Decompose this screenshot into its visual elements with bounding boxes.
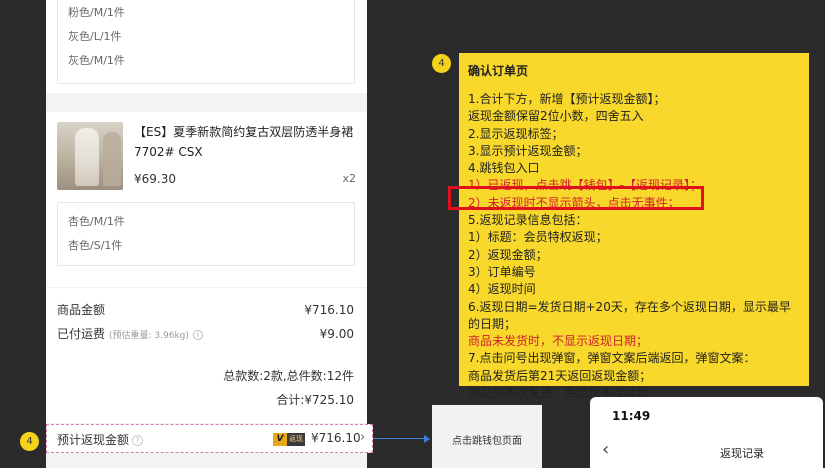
vip-icon: V (273, 433, 287, 446)
variant-item: 灰色/M/1件 (68, 54, 125, 67)
variant-list: 杏色/M/1件 杏色/S/1件 (57, 202, 355, 266)
totals-count-row: 总款数:2款,总件数:12件 (57, 366, 354, 386)
note-line: 商品发货后第21天返回返现金额； (468, 368, 652, 383)
product-price: ¥69.30 (134, 172, 176, 186)
order-summary-card: 商品金额 ¥716.10 已付运费 (预估重量: 3.96kg) i ¥9.00 总… (46, 288, 367, 423)
note-line: 3.显示预计返现金额； (468, 143, 588, 158)
product-image[interactable] (57, 122, 123, 190)
step-badge-note: 4 (432, 54, 451, 73)
rebate-label: 预计返现金额 (57, 433, 130, 447)
question-icon[interactable]: ? (132, 435, 144, 446)
variant-item: 杏色/S/1件 (68, 239, 123, 252)
note-line: 1.合计下方，新增【预计返现金额】； (468, 92, 666, 106)
note-line: 商品未发货时，不显示返现日期； (468, 334, 649, 349)
goods-amount-label: 商品金额 (57, 303, 106, 317)
rebate-record-title: 返现记录 (720, 447, 764, 460)
note-line: 2.显示返现标签； (468, 126, 564, 141)
variant-item: 杏色/M/1件 (68, 215, 125, 228)
wallet-jump-box: 点击跳钱包页面 (432, 405, 542, 468)
note-line: 6.返现日期=发货日期+20天，存在多个返现日期，显示最早的日期； (468, 299, 791, 331)
totals-count: 总款数:2款,总件数:12件 (223, 369, 354, 383)
note-line: 5.返现记录信息包括： (468, 213, 588, 228)
product-title[interactable]: 【ES】夏季新款简约复古双层防透半身裙7702# CSX (134, 122, 359, 162)
status-time: 11:49 (612, 409, 651, 423)
highlight-box (448, 186, 704, 210)
note-line: 2）返现金额； (468, 247, 548, 262)
rebate-tag: V 返现 (273, 433, 305, 446)
requirement-note: 确认订单页 1.合计下方，新增【预计返现金额】； 返现金额保留2位小数，四舍五入 2… (459, 53, 809, 400)
shipping-value: ¥9.00 (319, 327, 354, 341)
rebate-tag-text: 返现 (287, 433, 305, 446)
note-line: 3）订单编号 (468, 264, 536, 279)
info-icon[interactable]: i (192, 329, 203, 340)
variants-card-top: 粉色/M/1件 灰色/L/1件 灰色/M/1件 (46, 0, 367, 93)
total-amount: 合计:¥725.10 (276, 393, 354, 407)
shipping-row: 已付运费 (预估重量: 3.96kg) i ¥9.00 (57, 324, 354, 344)
flow-arrow-line (373, 438, 425, 439)
note-line: 4）返现时间 (468, 282, 536, 297)
order-confirm-screen: 粉色/M/1件 灰色/L/1件 灰色/M/1件 【ES】夏季新款简约复古双层防透… (46, 0, 367, 468)
goods-amount-value: ¥716.10 (304, 303, 354, 317)
variant-list: 粉色/M/1件 灰色/L/1件 灰色/M/1件 (57, 0, 355, 84)
note-line: 返现金额保留2位小数，四舍五入 (468, 109, 644, 124)
estimated-rebate-row[interactable]: 预计返现金额? V 返现 ¥716.10 › (46, 424, 373, 453)
total-row: 合计:¥725.10 (57, 390, 354, 410)
product-card: 【ES】夏季新款简约复古双层防透半身裙7702# CSX ¥69.30 x2 杏… (46, 112, 367, 287)
note-line: 7.点击问号出现弹窗，弹窗文案后端返回，弹窗文案： (468, 351, 756, 366)
note-title: 确认订单页 (468, 64, 529, 78)
rebate-record-preview: 11:49 ‹ 返现记录 (590, 397, 823, 468)
goods-amount-row: 商品金额 ¥716.10 (57, 300, 354, 320)
back-icon[interactable]: ‹ (602, 439, 609, 460)
variant-item: 粉色/M/1件 (68, 6, 125, 19)
arrow-right-icon (424, 435, 430, 443)
rebate-tag-v: V (276, 434, 284, 444)
wallet-jump-text: 点击跳钱包页面 (452, 436, 522, 447)
shipping-weight: (预估重量: 3.96kg) (109, 331, 189, 341)
rebate-amount: ¥716.10 (311, 431, 361, 445)
note-line: 4.跳钱包入口 (468, 161, 540, 176)
step-badge-left: 4 (20, 432, 39, 451)
note-line: 1）标题：会员特权返现； (468, 230, 608, 245)
variant-item: 灰色/L/1件 (68, 30, 122, 43)
product-quantity: x2 (342, 172, 356, 185)
shipping-label: 已付运费 (57, 327, 106, 341)
chevron-right-icon[interactable]: › (360, 430, 365, 445)
note-lines: 1.合计下方，新增【预计返现金额】； 返现金额保留2位小数，四舍五入 2.显示返现标… (468, 91, 800, 402)
rebate-label-wrap: 预计返现金额? (57, 431, 144, 448)
